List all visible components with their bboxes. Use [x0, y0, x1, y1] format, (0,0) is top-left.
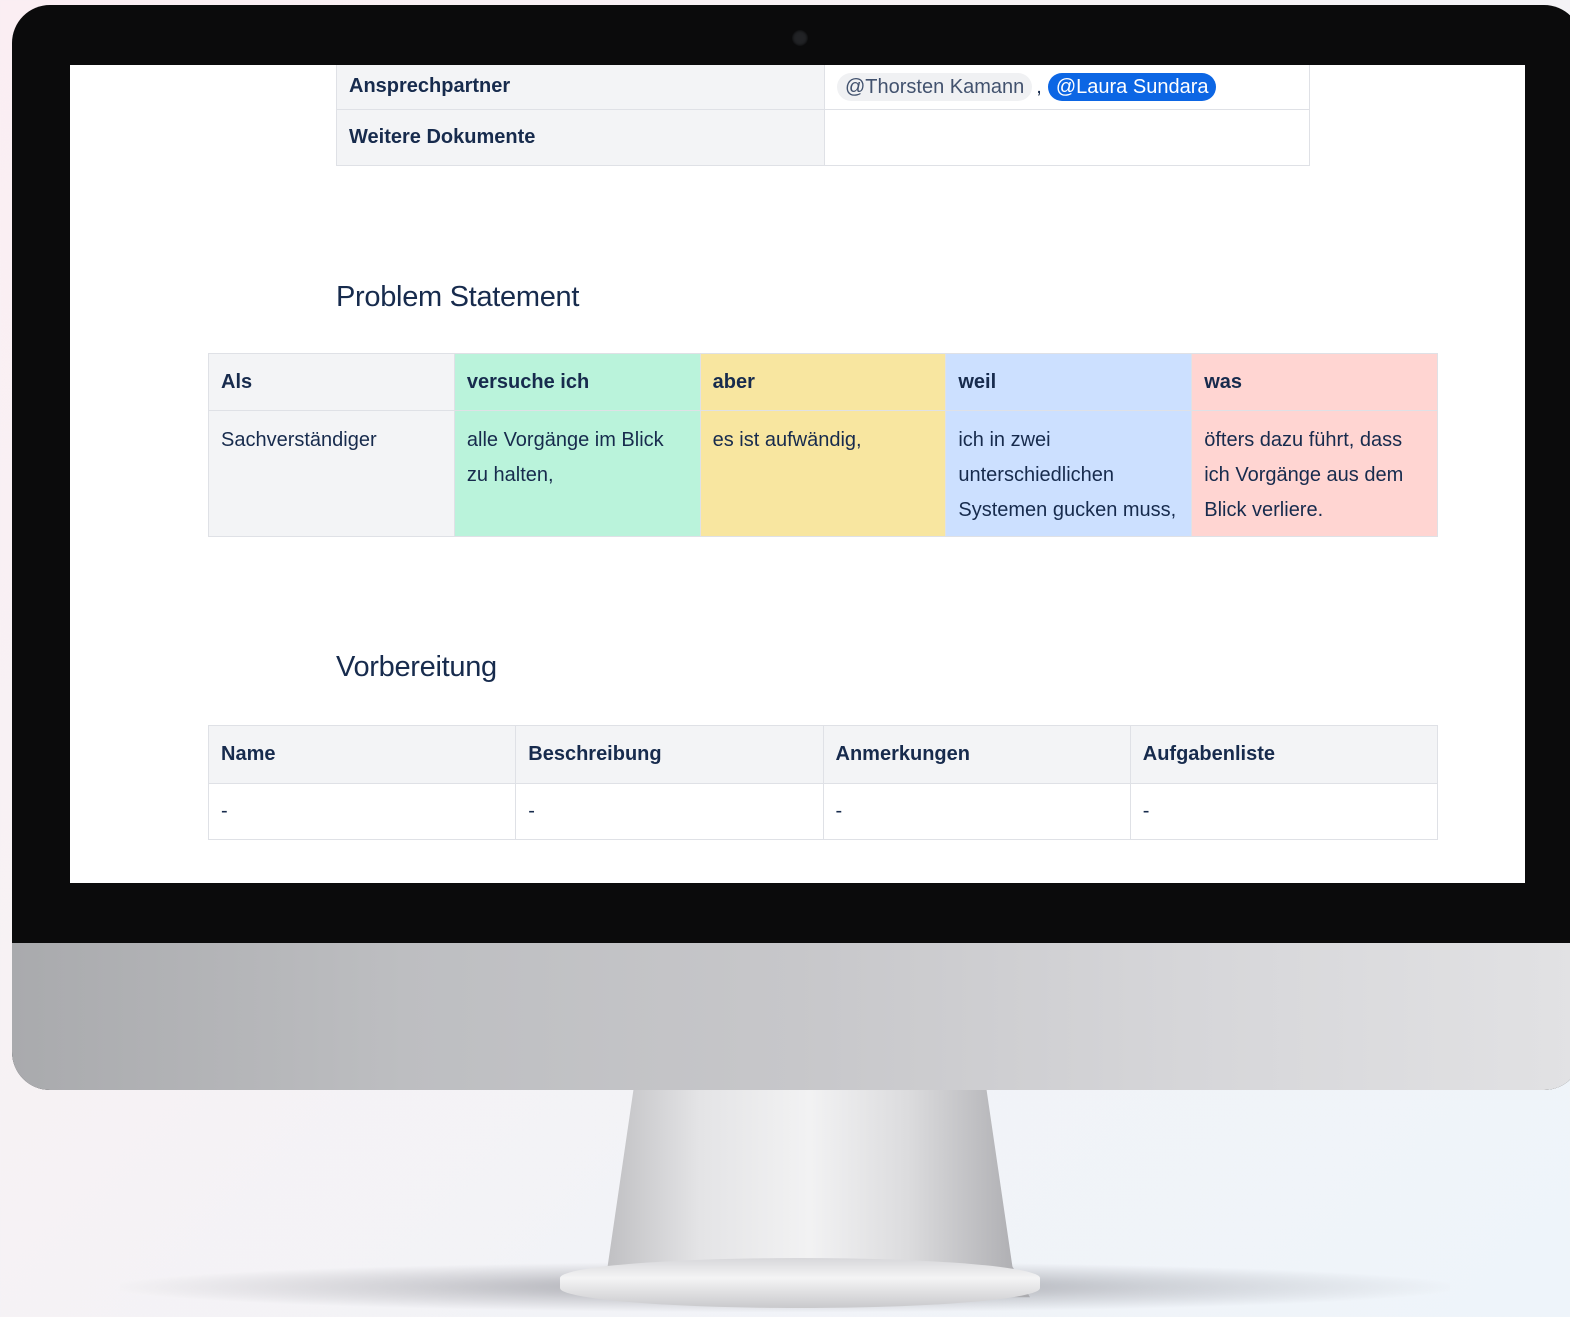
- contact-label: Ansprechpartner: [336, 65, 825, 110]
- column-header-beschreibung: Beschreibung: [515, 725, 824, 784]
- cell-versuche-ich: alle Vorgänge im Blick zu halten,: [453, 410, 701, 537]
- screen: Ansprechpartner @Thorsten Kamann, @Laura …: [70, 65, 1525, 883]
- column-header-was: was: [1191, 353, 1438, 411]
- mention-laura[interactable]: @Laura Sundara: [1047, 72, 1217, 101]
- cell-weil: ich in zwei unterschiedlichen Systemen g…: [945, 410, 1193, 537]
- monitor-chin: [12, 943, 1570, 1090]
- monitor-stand-base: [560, 1258, 1040, 1308]
- column-header-aufgabenliste: Aufgabenliste: [1129, 725, 1439, 784]
- table-row: Sachverständiger alle Vorgänge im Blick …: [208, 410, 1438, 537]
- column-header-als: Als: [208, 353, 455, 411]
- documents-value[interactable]: [824, 108, 1310, 166]
- column-header-name: Name: [207, 725, 517, 784]
- contact-value: @Thorsten Kamann, @Laura Sundara: [824, 65, 1310, 110]
- table-row: Ansprechpartner @Thorsten Kamann, @Laura …: [336, 65, 1310, 110]
- cell-als: Sachverständiger: [208, 410, 455, 537]
- monitor: Ansprechpartner @Thorsten Kamann, @Laura …: [12, 5, 1570, 1090]
- cell-aber: es ist aufwändig,: [699, 410, 947, 537]
- problem-statement-heading: Problem Statement: [336, 281, 580, 313]
- cell-name[interactable]: -: [207, 783, 517, 840]
- metadata-table: Ansprechpartner @Thorsten Kamann, @Laura …: [336, 65, 1310, 166]
- cell-beschreibung[interactable]: -: [515, 783, 824, 840]
- cell-anmerkungen[interactable]: -: [822, 783, 1131, 840]
- column-header-aber: aber: [699, 353, 947, 411]
- vorbereitung-table: Name Beschreibung Anmerkungen Aufgabenli…: [207, 725, 1439, 840]
- camera-icon: [792, 30, 808, 46]
- cell-aufgabenliste[interactable]: -: [1129, 783, 1439, 840]
- table-header-row: Name Beschreibung Anmerkungen Aufgabenli…: [207, 725, 1439, 784]
- column-header-anmerkungen: Anmerkungen: [822, 725, 1131, 784]
- cell-was: öfters dazu führt, dass ich Vorgänge aus…: [1191, 410, 1438, 537]
- column-header-versuche-ich: versuche ich: [453, 353, 701, 411]
- table-row: Weitere Dokumente: [336, 108, 1310, 166]
- table-header-row: Als versuche ich aber weil was: [208, 353, 1438, 411]
- problem-statement-table: Als versuche ich aber weil was Sachverst…: [208, 353, 1438, 537]
- documents-label: Weitere Dokumente: [336, 108, 825, 166]
- column-header-weil: weil: [945, 353, 1193, 411]
- mention-thorsten[interactable]: @Thorsten Kamann: [837, 72, 1033, 101]
- vorbereitung-heading: Vorbereitung: [336, 651, 497, 683]
- table-row: - - - -: [207, 783, 1439, 840]
- mention-separator: ,: [1036, 75, 1042, 98]
